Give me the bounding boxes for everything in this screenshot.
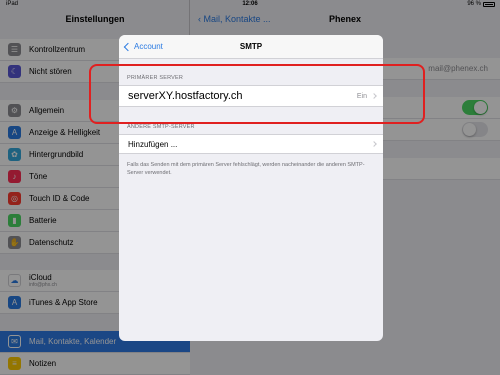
status-bar: iPad 12:06 96 %	[0, 0, 500, 9]
add-server-row[interactable]: Hinzufügen ...	[119, 134, 383, 154]
modal-nav-bar: Account SMTP	[119, 35, 383, 59]
add-server-label: Hinzufügen ...	[128, 139, 178, 149]
battery-percent: 96 %	[467, 1, 481, 7]
smtp-footer-note: Falls das Senden mit dem primären Server…	[127, 162, 365, 176]
status-right: 96 %	[467, 0, 495, 9]
highlight-annotation	[89, 64, 425, 124]
modal-title: SMTP	[239, 42, 263, 51]
other-servers-header: ANDERE SMTP-SERVER	[127, 124, 195, 130]
battery-icon	[483, 2, 495, 7]
chevron-right-icon	[371, 141, 377, 147]
clock: 12:06	[242, 1, 258, 7]
